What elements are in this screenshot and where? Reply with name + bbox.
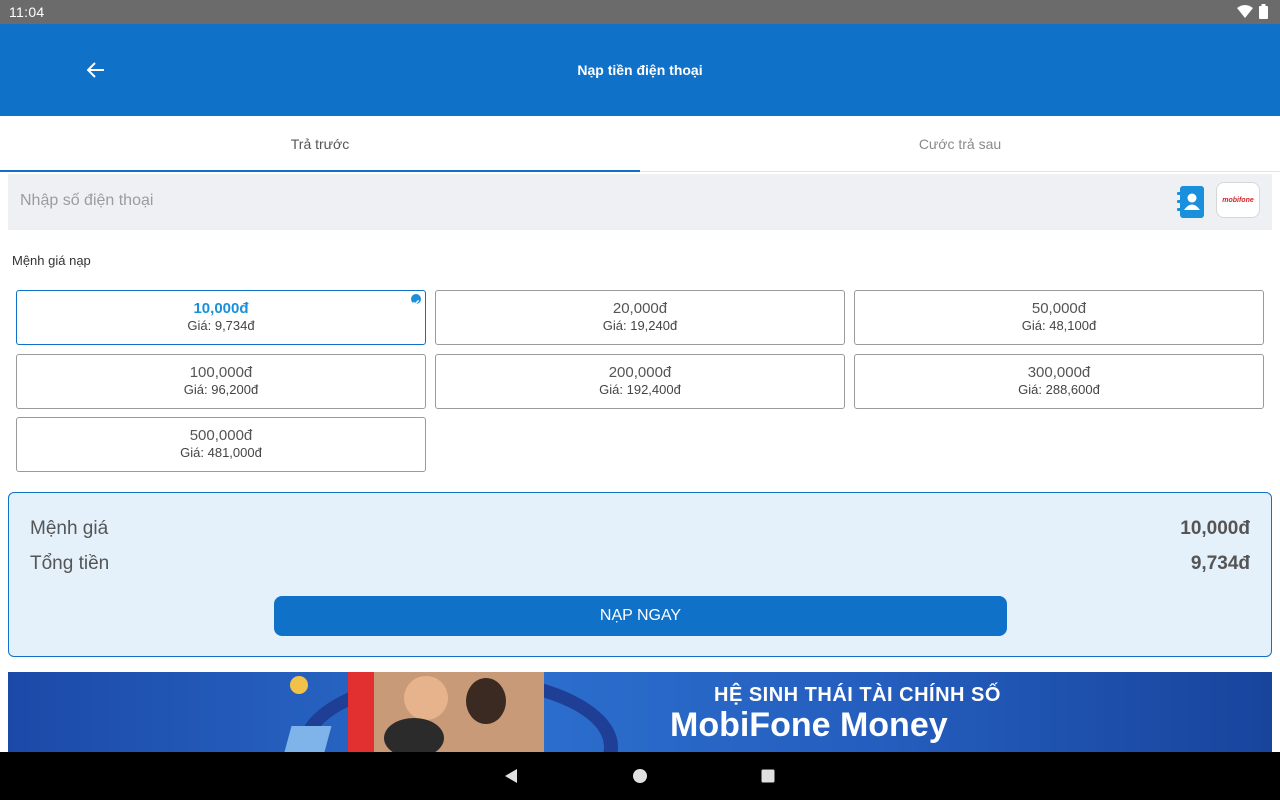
contacts-button[interactable] xyxy=(1176,185,1206,219)
building-illustration xyxy=(284,726,332,752)
phone-number-input[interactable]: Nhập số điện thoại xyxy=(20,192,153,210)
wifi-icon xyxy=(1237,4,1253,18)
denomination-amount: 100,000đ xyxy=(189,364,253,381)
denomination-card[interactable]: 50,000đ Giá: 48,100đ xyxy=(854,290,1264,345)
operator-logo: mobifone xyxy=(1216,182,1260,218)
denomination-price: Giá: 48,100đ xyxy=(1021,318,1097,333)
check-icon xyxy=(411,294,421,306)
denomination-price: Giá: 19,240đ xyxy=(602,318,678,333)
tab-postpaid[interactable]: Cước trả sau xyxy=(640,116,1280,171)
app-bar: Nạp tiền điện thoại xyxy=(0,24,1280,116)
page-title: Nạp tiền điện thoại xyxy=(577,62,703,78)
total-value: 9,734đ xyxy=(1190,553,1250,574)
denomination-title: Mệnh giá nạp xyxy=(12,253,91,268)
denomination-card[interactable]: 500,000đ Giá: 481,000đ xyxy=(16,417,426,472)
mobifone-logo: mobifone xyxy=(1222,196,1254,204)
face-value-label: Mệnh giá xyxy=(30,518,109,539)
person-figure xyxy=(404,676,448,720)
battery-icon xyxy=(1259,4,1268,19)
denomination-card[interactable]: 20,000đ Giá: 19,240đ xyxy=(435,290,845,345)
denomination-amount: 10,000đ xyxy=(193,300,249,317)
nav-back-button[interactable] xyxy=(499,764,523,788)
banner-background xyxy=(8,672,1272,752)
nav-recents-button[interactable] xyxy=(756,764,780,788)
contact-book-icon xyxy=(1177,186,1204,218)
tab-prepaid[interactable]: Trả trước xyxy=(0,116,640,172)
banner-title: MobiFone Money xyxy=(670,706,948,744)
total-label: Tổng tiền xyxy=(30,553,110,574)
banner-people-image xyxy=(374,672,544,752)
denomination-card[interactable]: 200,000đ Giá: 192,400đ xyxy=(435,354,845,409)
denomination-amount: 500,000đ xyxy=(189,427,253,444)
denomination-price: Giá: 9,734đ xyxy=(187,318,255,333)
nav-home-button[interactable] xyxy=(628,764,652,788)
person-figure xyxy=(466,678,506,724)
promo-banner[interactable]: HỆ SINH THÁI TÀI CHÍNH SỐ MobiFone Money xyxy=(8,672,1272,752)
system-icons xyxy=(1237,4,1268,19)
denomination-price: Giá: 288,600đ xyxy=(1018,382,1100,397)
denomination-card[interactable]: 300,000đ Giá: 288,600đ xyxy=(854,354,1264,409)
denomination-card[interactable]: 10,000đ Giá: 9,734đ xyxy=(16,290,426,345)
square-recents-icon xyxy=(761,769,775,783)
denomination-amount: 300,000đ xyxy=(1027,364,1091,381)
summary-panel: Mệnh giá 10,000đ Tổng tiền 9,734đ NẠP NG… xyxy=(8,492,1272,657)
top-up-button[interactable]: NẠP NGAY xyxy=(274,596,1007,636)
tab-bar: Trả trước Cước trả sau xyxy=(0,116,1280,172)
denomination-card[interactable]: 100,000đ Giá: 96,200đ xyxy=(16,354,426,409)
triangle-back-icon xyxy=(505,769,517,783)
person-figure xyxy=(384,718,444,752)
banner-subtitle: HỆ SINH THÁI TÀI CHÍNH SỐ xyxy=(714,684,1001,706)
face-value: 10,000đ xyxy=(1180,518,1250,539)
status-bar: 11:04 xyxy=(0,0,1280,24)
denomination-price: Giá: 96,200đ xyxy=(183,382,259,397)
system-nav-bar xyxy=(0,752,1280,800)
denomination-amount: 20,000đ xyxy=(612,300,668,317)
circle-home-icon xyxy=(633,769,647,783)
coin-icon xyxy=(290,676,308,694)
denomination-price: Giá: 192,400đ xyxy=(599,382,681,397)
denomination-amount: 200,000đ xyxy=(608,364,672,381)
denomination-amount: 50,000đ xyxy=(1031,300,1087,317)
denomination-price: Giá: 481,000đ xyxy=(180,445,262,460)
phone-input-row: Nhập số điện thoại mobifone xyxy=(8,174,1272,230)
banner-red-stripe xyxy=(348,672,374,752)
status-time: 11:04 xyxy=(9,4,45,20)
